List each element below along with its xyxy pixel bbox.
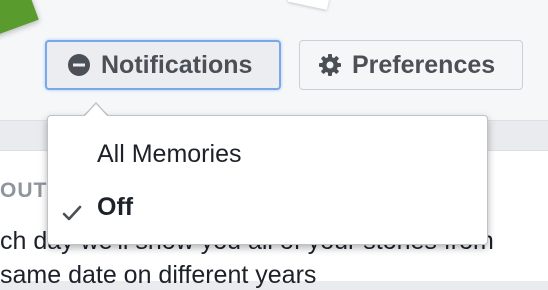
memory-photo-thumbnail xyxy=(0,0,39,37)
menu-item-label: Off xyxy=(97,192,134,221)
notifications-button-label: Notifications xyxy=(101,50,253,79)
notifications-dropdown-menu: All Memories Off xyxy=(47,115,488,245)
notifications-button[interactable]: Notifications xyxy=(45,40,281,90)
check-icon xyxy=(62,199,82,228)
memory-card-thumbnail xyxy=(287,0,333,10)
menu-item-all-memories[interactable]: All Memories xyxy=(48,129,487,179)
preferences-button-label: Preferences xyxy=(352,50,496,79)
gear-icon xyxy=(318,53,342,77)
section-heading: OUT xyxy=(0,179,48,202)
preferences-button[interactable]: Preferences xyxy=(299,40,523,90)
menu-item-label: All Memories xyxy=(97,139,242,168)
dropdown-caret-fill xyxy=(84,104,108,117)
menu-item-off[interactable]: Off xyxy=(48,182,487,232)
minus-circle-icon xyxy=(67,53,91,77)
description-line-2: same date on different years xyxy=(0,261,317,289)
